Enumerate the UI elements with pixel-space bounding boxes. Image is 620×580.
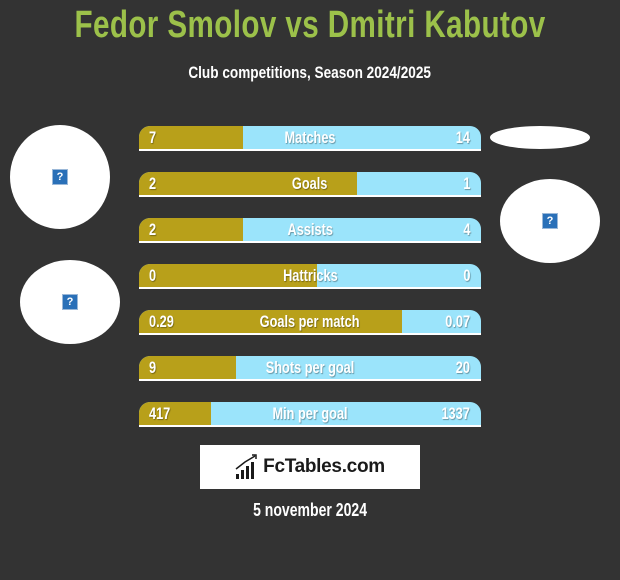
stat-label: Goals [292,174,328,193]
bar-chart-icon [235,454,257,479]
stat-label: Hattricks [282,266,338,285]
stat-row-matches: 7 Matches 14 [139,126,481,151]
stat-row-goals-per-match: 0.29 Goals per match 0.07 [139,310,481,335]
right-player-avatar [490,126,590,149]
left-club-logo: ? [20,260,120,344]
stat-row-assists: 2 Assists 4 [139,218,481,243]
stat-label: Shots per goal [265,358,355,377]
broken-image-icon: ? [542,213,558,229]
right-value: 1337 [441,404,470,423]
stat-label: Matches [284,128,336,147]
right-value: 20 [455,358,470,377]
right-value: 14 [455,128,470,147]
right-value: 0 [462,266,470,285]
page-title: Fedor Smolov vs Dmitri Kabutov [74,4,546,46]
stat-label: Min per goal [272,404,348,423]
broken-image-icon: ? [52,169,68,185]
stat-row-shots-per-goal: 9 Shots per goal 20 [139,356,481,381]
stat-row-goals: 2 Goals 1 [139,172,481,197]
right-value: 4 [462,220,470,239]
stat-label: Goals per match [260,312,360,331]
right-club-logo: ? [500,179,600,263]
broken-image-icon: ? [62,294,78,310]
stat-row-min-per-goal: 417 Min per goal 1337 [139,402,481,427]
right-value: 0.07 [445,312,470,331]
left-player-avatar: ? [10,125,110,229]
right-value: 1 [462,174,470,193]
stat-label: Assists [287,220,333,239]
competition-subtitle: Club competitions, Season 2024/2025 [188,63,432,82]
report-date: 5 november 2024 [253,500,367,520]
logo-text: FcTables.com [263,456,385,477]
stat-row-hattricks: 0 Hattricks 0 [139,264,481,289]
fctables-logo[interactable]: FcTables.com [200,445,420,489]
